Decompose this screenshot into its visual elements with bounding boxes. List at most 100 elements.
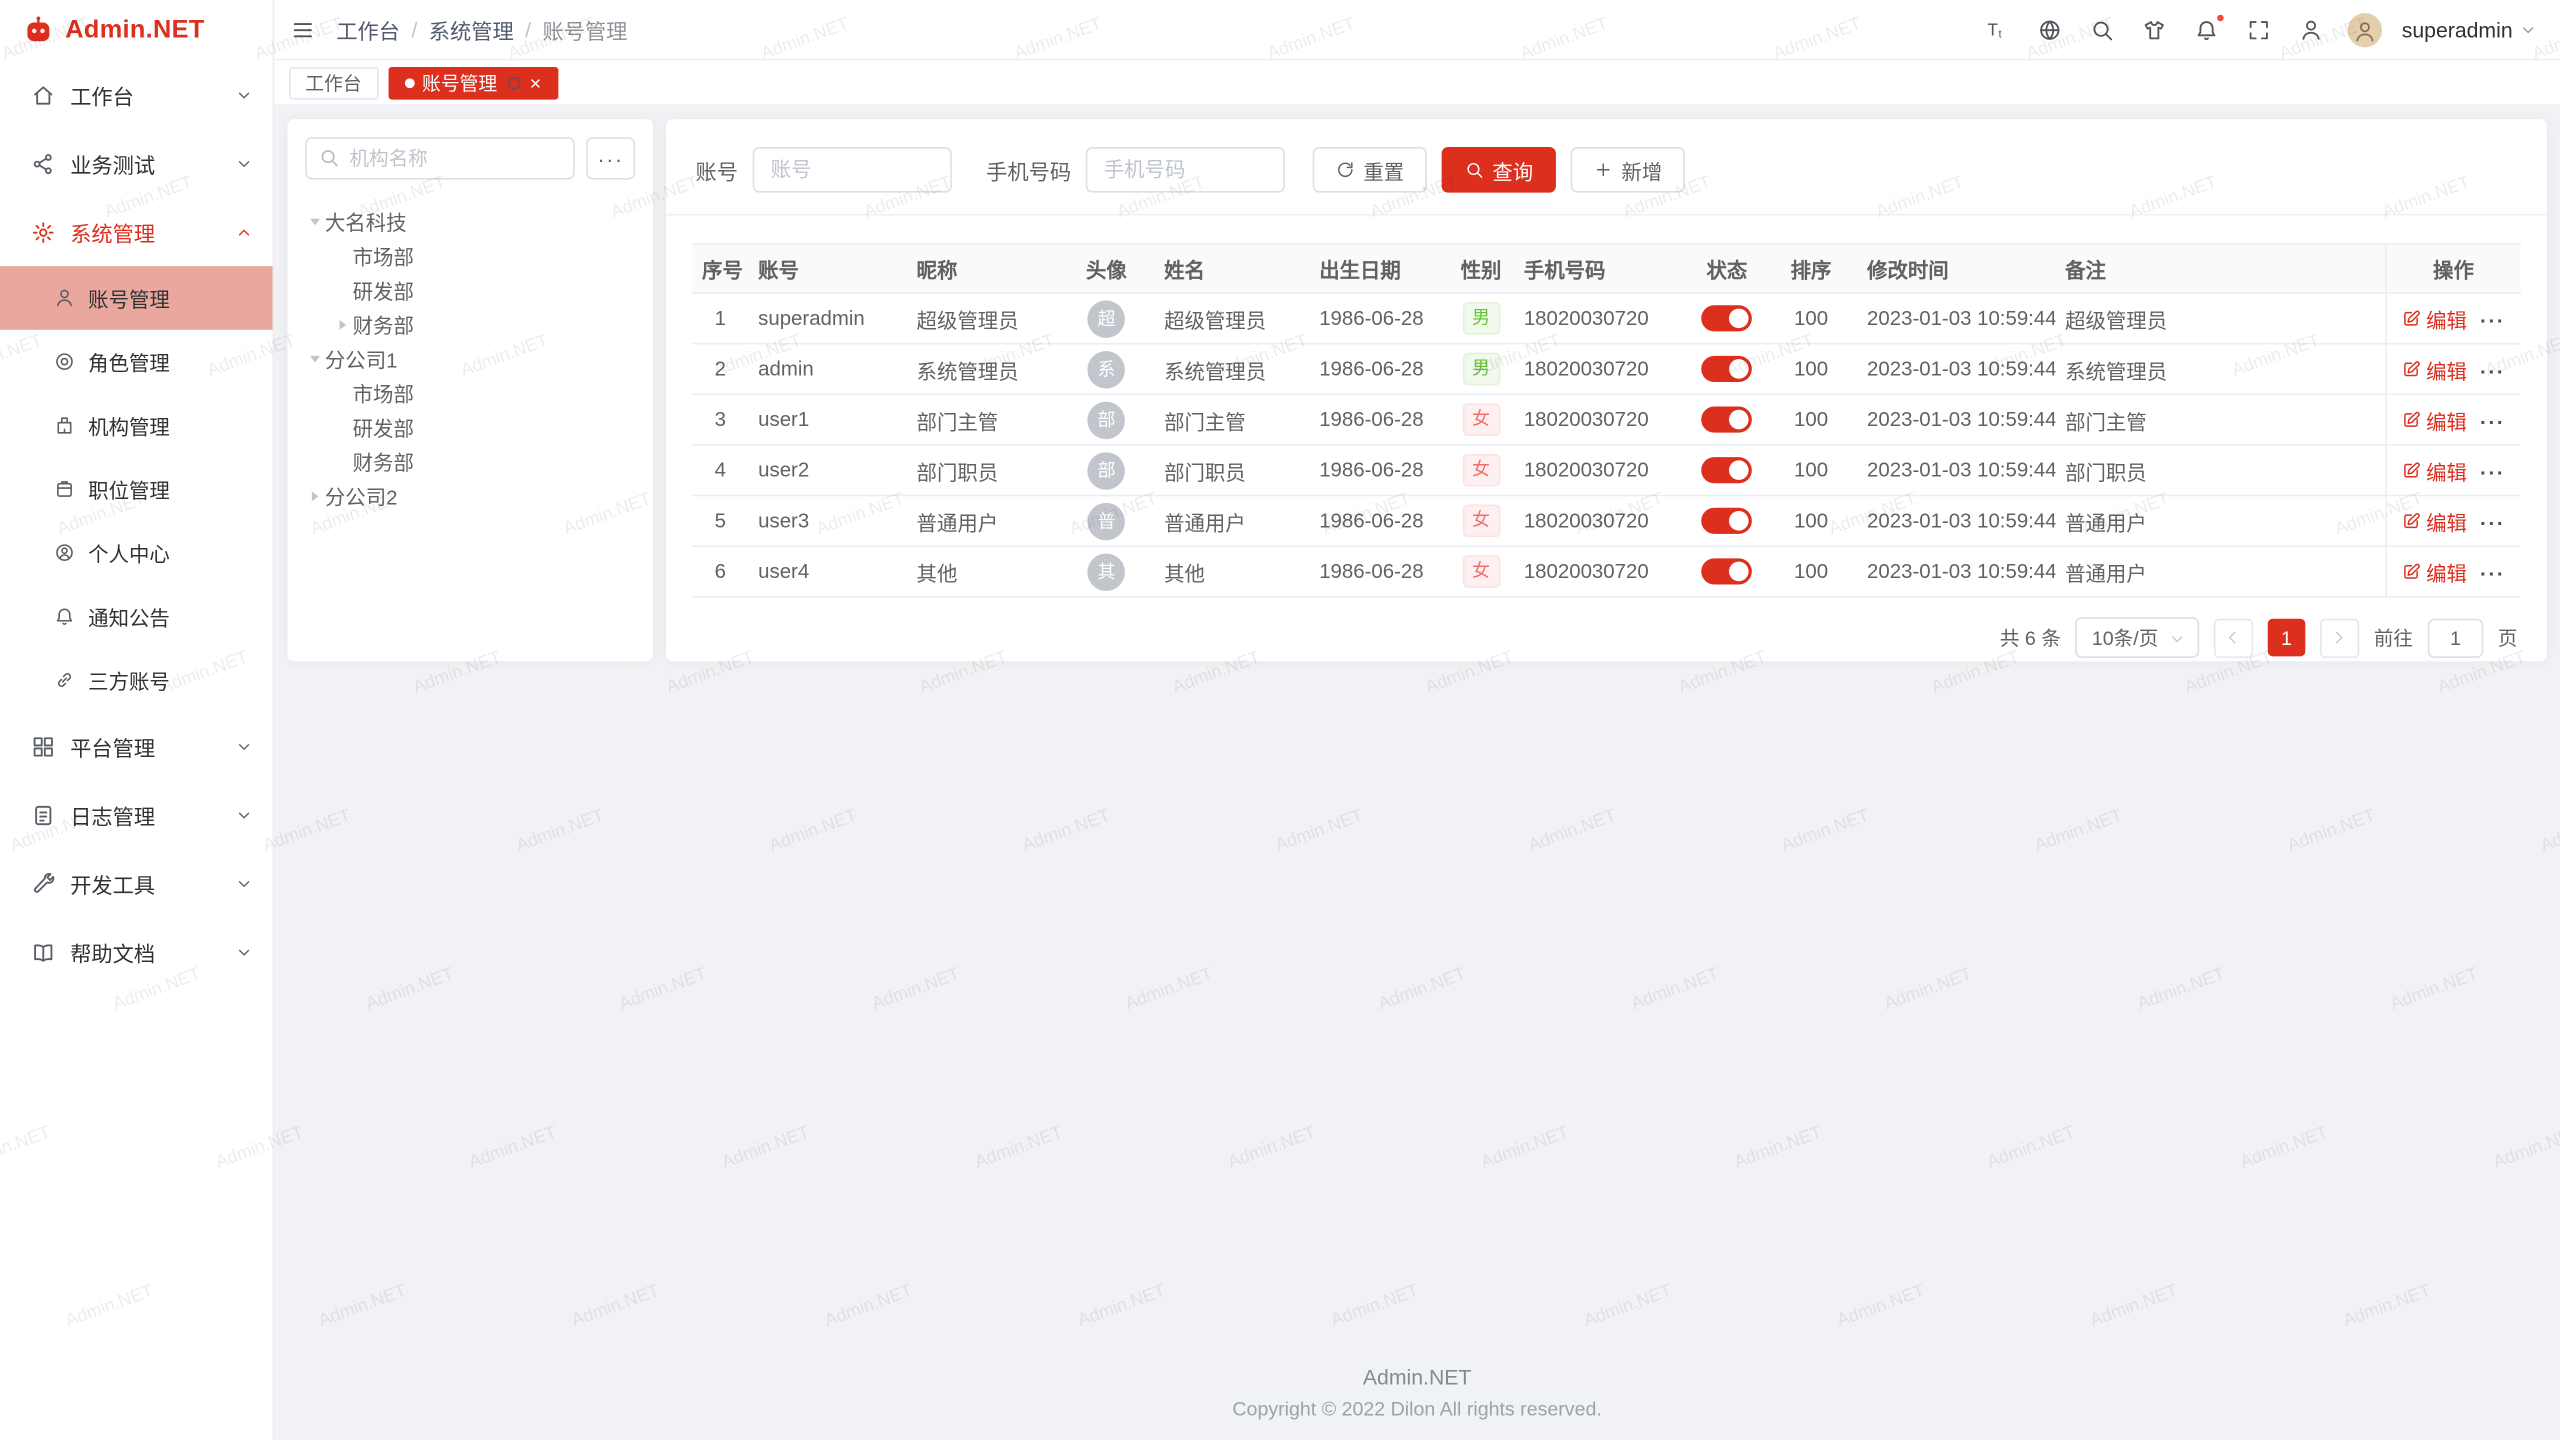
sidebar-item-platform-mgmt[interactable]: 平台管理 xyxy=(0,712,273,781)
edit-button[interactable]: 编辑 xyxy=(2402,404,2467,435)
link-icon xyxy=(54,669,75,690)
accounts-table: 序号账号昵称头像姓名出生日期性别手机号码状态排序修改时间备注操作 1supera… xyxy=(692,243,2521,597)
gender-tag: 女 xyxy=(1462,403,1500,436)
sidebar-item-account-mgmt[interactable]: 账号管理 xyxy=(0,266,273,330)
sidebar-item-personal-center[interactable]: 个人中心 xyxy=(0,521,273,585)
next-page-button[interactable] xyxy=(2320,618,2359,657)
sidebar-item-third-account[interactable]: 三方账号 xyxy=(0,648,273,712)
sidebar-item-help-docs[interactable]: 帮助文档 xyxy=(0,918,273,987)
cell-avatar: 其 xyxy=(1059,546,1155,597)
row-more-button[interactable]: ··· xyxy=(2480,462,2505,485)
theme-icon[interactable] xyxy=(2142,17,2166,41)
language-icon[interactable] xyxy=(2038,17,2062,41)
tree-node[interactable]: 研发部 xyxy=(305,410,635,444)
header-icon-group: Tt xyxy=(1985,17,2323,41)
reset-button[interactable]: 重置 xyxy=(1313,147,1427,193)
sidebar-item-log-mgmt[interactable]: 日志管理 xyxy=(0,780,273,849)
goto-page-input[interactable] xyxy=(2428,618,2484,657)
column-header: 修改时间 xyxy=(1857,244,2055,293)
status-toggle[interactable] xyxy=(1702,407,1753,433)
status-toggle[interactable] xyxy=(1702,356,1753,382)
notification-icon[interactable] xyxy=(2194,17,2218,41)
column-header: 昵称 xyxy=(907,244,1059,293)
sidebar-menu: 工作台业务测试系统管理账号管理角色管理机构管理职位管理个人中心通知公告三方账号平… xyxy=(0,60,273,1440)
org-search-row: ··· xyxy=(305,137,635,179)
search-icon[interactable] xyxy=(2090,17,2114,41)
sidebar-submenu-system-mgmt: 账号管理角色管理机构管理职位管理个人中心通知公告三方账号 xyxy=(0,266,273,712)
column-header: 排序 xyxy=(1765,244,1857,293)
tab-workbench[interactable]: 工作台 xyxy=(289,66,378,99)
tree-node[interactable]: 市场部 xyxy=(305,238,635,272)
collapse-menu-button[interactable] xyxy=(291,17,315,41)
tree-node[interactable]: 分公司2 xyxy=(305,478,635,512)
sidebar-item-dev-tools[interactable]: 开发工具 xyxy=(0,849,273,918)
breadcrumb-item[interactable]: 工作台 xyxy=(336,14,400,45)
sidebar-item-label: 帮助文档 xyxy=(70,936,220,967)
breadcrumb-item[interactable]: 系统管理 xyxy=(429,14,514,45)
current-page[interactable]: 1 xyxy=(2268,619,2306,657)
row-more-button[interactable]: ··· xyxy=(2480,513,2505,536)
cell-remark: 超级管理员 xyxy=(2055,293,2385,344)
tree-node[interactable]: 分公司1 xyxy=(305,341,635,375)
tree-node[interactable]: 研发部 xyxy=(305,273,635,307)
tab-refresh-icon[interactable] xyxy=(505,74,521,90)
sidebar-item-position-mgmt[interactable]: 职位管理 xyxy=(0,457,273,521)
sidebar-item-system-mgmt[interactable]: 系统管理 xyxy=(0,198,273,267)
tab-close-icon[interactable]: × xyxy=(530,73,541,93)
edit-button[interactable]: 编辑 xyxy=(2402,556,2467,587)
edit-button[interactable]: 编辑 xyxy=(2402,353,2467,384)
add-button[interactable]: 新增 xyxy=(1571,147,1685,193)
status-toggle[interactable] xyxy=(1702,457,1753,483)
font-size-icon[interactable]: Tt xyxy=(1985,17,2009,41)
logo[interactable]: Admin.NET xyxy=(0,0,273,60)
cell-name: 其他 xyxy=(1154,546,1309,597)
page-size-select[interactable]: 10条/页 xyxy=(2076,617,2200,658)
tree-node[interactable]: 财务部 xyxy=(305,444,635,478)
user-menu[interactable]: superadmin xyxy=(2402,17,2537,41)
sidebar-item-label: 三方账号 xyxy=(88,664,253,695)
status-toggle[interactable] xyxy=(1702,508,1753,534)
tree-expand-caret[interactable] xyxy=(310,355,320,362)
row-more-button[interactable]: ··· xyxy=(2480,563,2505,586)
edit-button[interactable]: 编辑 xyxy=(2402,303,2467,334)
user-avatar[interactable] xyxy=(2348,12,2382,46)
org-search-input[interactable] xyxy=(305,137,574,179)
tree-node[interactable]: 大名科技 xyxy=(305,204,635,238)
edit-button[interactable]: 编辑 xyxy=(2402,455,2467,486)
account-input[interactable] xyxy=(753,147,952,193)
tree-expand-caret[interactable] xyxy=(340,319,347,329)
sidebar-item-notice[interactable]: 通知公告 xyxy=(0,584,273,648)
profile-icon[interactable] xyxy=(2299,17,2323,41)
sidebar-item-biz-test[interactable]: 业务测试 xyxy=(0,129,273,198)
cell-avatar: 系 xyxy=(1059,344,1155,395)
tree-expand-caret[interactable] xyxy=(310,218,320,225)
badge-icon xyxy=(54,478,75,499)
cell-gender: 女 xyxy=(1448,445,1514,496)
status-toggle[interactable] xyxy=(1702,558,1753,584)
bell-icon xyxy=(2194,17,2218,41)
refresh-icon xyxy=(505,74,521,90)
phone-input[interactable] xyxy=(1086,147,1285,193)
tree-node[interactable]: 财务部 xyxy=(305,307,635,341)
status-toggle[interactable] xyxy=(1702,305,1753,331)
tab-account-mgmt[interactable]: 账号管理× xyxy=(388,66,558,99)
tree-expand-caret[interactable] xyxy=(312,491,319,501)
row-more-button[interactable]: ··· xyxy=(2480,361,2505,384)
row-more-button[interactable]: ··· xyxy=(2480,310,2505,333)
cell-index: 2 xyxy=(692,344,748,395)
cell-birthdate: 1986-06-28 xyxy=(1309,394,1448,445)
edit-button[interactable]: 编辑 xyxy=(2402,505,2467,536)
search-icon xyxy=(318,147,339,168)
bell-icon xyxy=(54,606,75,627)
fullscreen-icon[interactable] xyxy=(2247,17,2271,41)
tree-node[interactable]: 市场部 xyxy=(305,376,635,410)
prev-page-button[interactable] xyxy=(2214,618,2253,657)
cell-modified-time: 2023-01-03 10:59:44 xyxy=(1857,496,2055,547)
sidebar-item-workbench[interactable]: 工作台 xyxy=(0,60,273,129)
sidebar-item-role-mgmt[interactable]: 角色管理 xyxy=(0,330,273,394)
cell-phone: 18020030720 xyxy=(1514,394,1689,445)
row-more-button[interactable]: ··· xyxy=(2480,411,2505,434)
search-button[interactable]: 查询 xyxy=(1442,147,1556,193)
tree-more-button[interactable]: ··· xyxy=(586,137,635,179)
sidebar-item-org-mgmt[interactable]: 机构管理 xyxy=(0,393,273,457)
